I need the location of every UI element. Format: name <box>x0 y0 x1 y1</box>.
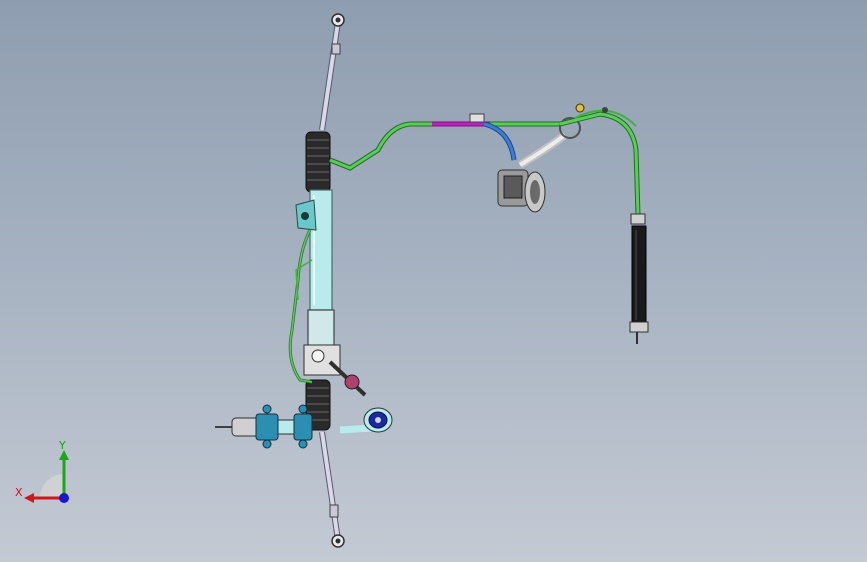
upper-tie-rod[interactable] <box>319 13 345 131</box>
return-hose[interactable] <box>559 107 641 216</box>
axis-x-label: X <box>15 486 23 499</box>
lower-tie-rod[interactable] <box>319 431 345 548</box>
rack-housing[interactable] <box>295 189 335 351</box>
steering-rack-model[interactable] <box>0 0 867 562</box>
coordinate-triad: Y X <box>10 440 80 510</box>
triad-axes-icon <box>24 450 69 503</box>
blue-hose[interactable] <box>483 121 517 161</box>
column-coupling[interactable] <box>339 407 393 434</box>
axis-y-label: Y <box>59 439 66 452</box>
fluid-reservoir[interactable] <box>629 213 649 344</box>
mount-cylinder[interactable] <box>215 404 313 449</box>
upper-boot[interactable] <box>305 131 331 193</box>
cad-viewport[interactable]: Y X <box>0 0 867 562</box>
